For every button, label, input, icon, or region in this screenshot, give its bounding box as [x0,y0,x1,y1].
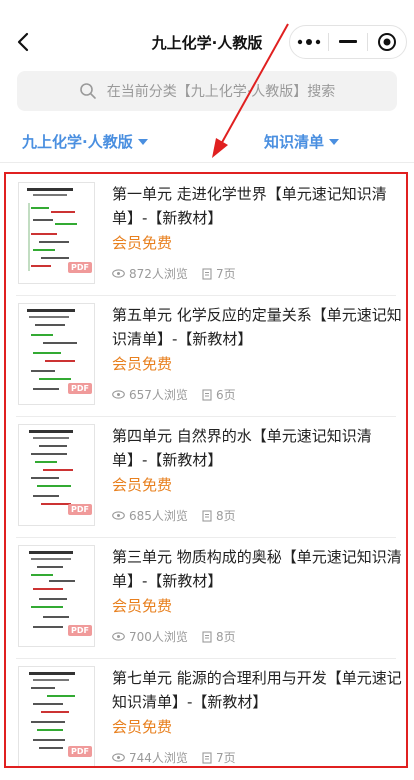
document-icon [202,751,212,764]
page-count: 7页 [202,265,236,282]
more-button[interactable] [290,26,328,58]
list-item[interactable]: PDF 第七单元 能源的合理利用与开发【单元速记知识清单】-【新教材】 会员免费… [6,658,406,766]
document-icon [202,630,212,643]
view-count: 700人浏览 [112,628,188,645]
view-count-text: 685人浏览 [129,509,188,523]
list-item[interactable]: PDF 第五单元 化学反应的定量关系【单元速记知识清单】-【新教材】 会员免费 … [6,295,406,416]
page-count: 8页 [202,628,236,645]
eye-icon [112,753,125,762]
document-thumbnail: PDF [18,545,95,647]
minimize-button[interactable] [329,26,367,58]
view-count-text: 657人浏览 [129,388,188,402]
type-filter-label: 知识清单 [264,133,325,151]
pdf-badge: PDF [68,383,92,394]
document-icon [202,388,212,401]
mini-program-capsule [289,25,407,59]
member-free-tag: 会员免费 [112,476,173,494]
list-item[interactable]: PDF 第一单元 走进化学世界【单元速记知识清单】-【新教材】 会员免费 872… [6,174,406,295]
eye-icon [112,511,125,520]
item-title: 第三单元 物质构成的奥秘【单元速记知识清单】-【新教材】 [112,548,402,590]
list-item[interactable]: PDF 第四单元 自然界的水【单元速记知识清单】-【新教材】 会员免费 685人… [6,416,406,537]
document-list: PDF 第一单元 走进化学世界【单元速记知识清单】-【新教材】 会员免费 872… [4,172,408,768]
page-count-text: 8页 [216,509,236,523]
document-thumbnail: PDF [18,424,95,526]
type-filter-dropdown[interactable]: 知识清单 [264,131,340,152]
document-thumbnail: PDF [18,182,95,284]
search-placeholder: 在当前分类【九上化学·人教版】搜索 [106,84,336,100]
view-count-text: 744人浏览 [129,751,188,765]
pdf-badge: PDF [68,625,92,636]
search-icon [79,83,96,99]
caret-down-icon [329,138,340,145]
page-count-text: 8页 [216,630,236,644]
view-count: 872人浏览 [112,265,188,282]
category-filter-label: 九上化学·人教版 [22,133,133,151]
item-title: 第四单元 自然界的水【单元速记知识清单】-【新教材】 [112,427,372,469]
pdf-badge: PDF [68,746,92,757]
more-dots-icon [297,39,321,45]
search-bar[interactable]: 在当前分类【九上化学·人教版】搜索 [17,71,397,111]
member-free-tag: 会员免费 [112,597,173,615]
member-free-tag: 会员免费 [112,718,173,736]
minimize-icon [339,40,357,43]
view-count-text: 700人浏览 [129,630,188,644]
page-count-text: 6页 [216,388,236,402]
page-count: 8页 [202,507,236,524]
eye-icon [112,390,125,399]
pdf-badge: PDF [68,262,92,273]
filter-divider [0,162,414,163]
eye-icon [112,632,125,641]
pdf-badge: PDF [68,504,92,515]
item-title: 第五单元 化学反应的定量关系【单元速记知识清单】-【新教材】 [112,306,402,348]
view-count: 685人浏览 [112,507,188,524]
caret-down-icon [137,138,148,145]
page-count-text: 7页 [216,267,236,281]
close-button[interactable] [368,26,406,58]
document-icon [202,267,212,280]
page-count: 6页 [202,386,236,403]
item-title: 第一单元 走进化学世界【单元速记知识清单】-【新教材】 [112,185,387,227]
view-count-text: 872人浏览 [129,267,188,281]
page-count: 7页 [202,749,236,766]
member-free-tag: 会员免费 [112,234,173,252]
document-thumbnail: PDF [18,666,95,766]
target-circle-icon [378,33,396,51]
page-count-text: 7页 [216,751,236,765]
document-icon [202,509,212,522]
view-count: 744人浏览 [112,749,188,766]
list-item[interactable]: PDF 第三单元 物质构成的奥秘【单元速记知识清单】-【新教材】 会员免费 70… [6,537,406,658]
category-filter-dropdown[interactable]: 九上化学·人教版 [22,131,148,152]
item-title: 第七单元 能源的合理利用与开发【单元速记知识清单】-【新教材】 [112,669,402,711]
view-count: 657人浏览 [112,386,188,403]
eye-icon [112,269,125,278]
document-thumbnail: PDF [18,303,95,405]
member-free-tag: 会员免费 [112,355,173,373]
